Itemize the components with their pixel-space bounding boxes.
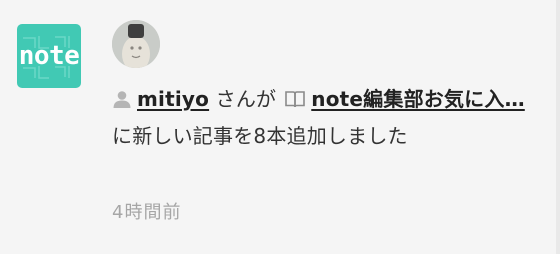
timestamp: 4時間前 bbox=[112, 202, 182, 223]
user-name-link[interactable]: mitiyo bbox=[137, 87, 209, 111]
logo-text: note bbox=[18, 41, 80, 71]
scrollbar-track[interactable] bbox=[556, 0, 560, 254]
notification-item[interactable]: note mitiyo さんが note編集部お気に入… に新しい記事を8本追加… bbox=[0, 0, 560, 254]
user-icon bbox=[112, 85, 132, 119]
user-avatar[interactable] bbox=[112, 20, 160, 68]
note-logo[interactable]: note bbox=[17, 24, 81, 88]
avatar-image bbox=[112, 20, 160, 68]
magazine-link[interactable]: note編集部お気に入… bbox=[311, 87, 525, 111]
message-text-result: に新しい記事を8本追加しました bbox=[112, 124, 408, 148]
message-text-user-action: さんが bbox=[215, 87, 277, 111]
book-icon bbox=[284, 85, 306, 119]
notification-message: mitiyo さんが note編集部お気に入… に新しい記事を8本追加しました bbox=[112, 82, 532, 153]
